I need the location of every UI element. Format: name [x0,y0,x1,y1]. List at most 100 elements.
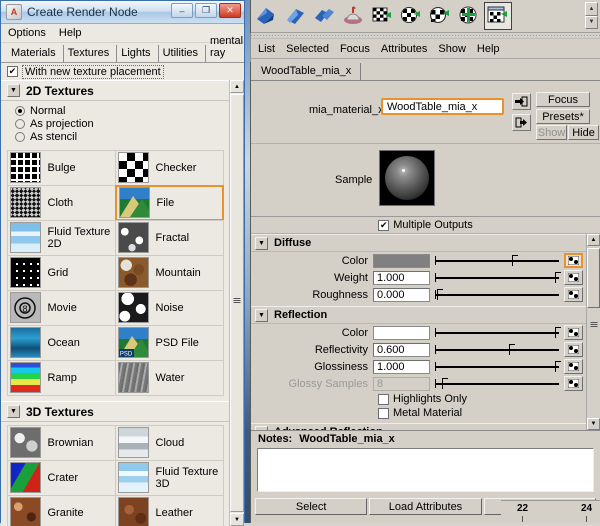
texture-item-noise[interactable]: Noise [115,290,224,326]
attributes-scroll-grip[interactable] [590,322,597,327]
metal-material-checkbox[interactable] [378,408,389,419]
menu-options[interactable]: Options [8,27,46,39]
presets-button[interactable]: Presets* [536,109,590,124]
close-button[interactable]: ✕ [219,3,241,18]
tab-lights[interactable]: Lights [117,45,158,62]
group-header-3d-textures[interactable]: ▼ 3D Textures [1,401,229,422]
texture-item-fluid-texture-3d[interactable]: Fluid Texture 3D [115,460,224,496]
multiple-outputs-row[interactable]: ✔ Multiple Outputs [251,217,600,234]
chevron-down-icon[interactable]: ▼ [7,84,20,97]
toolbar-scroll-arrows[interactable]: ▲ ▼ [585,2,598,29]
texture-item-psd-file[interactable]: PSD PSD File [115,325,224,361]
tab-utilities[interactable]: Utilities [159,45,206,62]
texture-placement-row[interactable]: ✔ With new texture placement [1,63,244,80]
texture-item-fluid-texture-2d[interactable]: Fluid Texture 2D [7,220,116,256]
reflectivity-slider[interactable] [435,343,559,357]
checkbox-row-metal-material[interactable]: Metal Material [251,406,586,420]
radio-row-normal[interactable]: Normal [15,104,229,117]
tab-mental-ray[interactable]: mental ray [206,33,251,62]
reflection-color-map-button[interactable] [564,325,583,340]
diffuse-roughness-input[interactable]: 0.000 [373,288,430,302]
attributes-scroll-down[interactable]: ▼ [587,418,600,430]
radio-normal[interactable] [15,106,25,116]
texture-list-scrollbar[interactable]: ▲ ▼ [229,80,244,526]
texture-item-leather[interactable]: Leather [115,495,224,526]
texture-item-bulge[interactable]: Bulge [7,150,116,186]
show-button[interactable]: Show [536,125,567,140]
texture-item-cloud[interactable]: Cloud [115,425,224,461]
attribute-editor-icon[interactable] [484,2,512,30]
minimize-button[interactable]: – [171,3,193,18]
render-node-3-icon[interactable] [310,2,338,30]
chevron-down-icon[interactable]: ▼ [255,426,268,431]
reflection-color-slider[interactable] [435,326,559,340]
node-name-input[interactable]: WoodTable_mia_x [381,98,504,115]
hypershade-utility-icon[interactable] [426,2,454,30]
render-settings-icon[interactable] [339,2,367,30]
menu-list[interactable]: List [258,43,275,55]
menu-focus[interactable]: Focus [340,43,370,55]
diffuse-weight-input[interactable]: 1.000 [373,271,430,285]
diffuse-roughness-slider[interactable] [435,288,559,302]
section-header-diffuse[interactable]: ▼ Diffuse [251,234,586,252]
texture-scroll-up[interactable]: ▲ [230,80,244,93]
reflectivity-input[interactable]: 0.600 [373,343,430,357]
diffuse-weight-map-button[interactable] [564,270,583,285]
radio-row-as-projection[interactable]: As projection [15,117,229,130]
select-button[interactable]: Select [255,498,367,515]
menu-help[interactable]: Help [477,43,500,55]
menu-show[interactable]: Show [438,43,466,55]
focus-button[interactable]: Focus [536,92,590,107]
dialog-title-bar[interactable]: A Create Render Node – ❐ ✕ [1,1,244,24]
diffuse-roughness-map-button[interactable] [564,287,583,302]
texture-item-ramp[interactable]: Ramp [7,360,116,396]
load-attributes-icon[interactable] [512,93,531,110]
node-tab-woodtable[interactable]: WoodTable_mia_x [258,63,361,80]
render-node-2-icon[interactable] [281,2,309,30]
texture-item-grid[interactable]: Grid [7,255,116,291]
section-header-advanced-reflection[interactable]: ▼ Advanced Reflection [251,423,586,430]
glossy-samples-slider[interactable] [435,377,559,391]
attributes-scroll-thumb[interactable] [587,248,600,308]
texture-item-granite[interactable]: Granite [7,495,116,526]
diffuse-color-swatch[interactable] [373,254,430,268]
glossy-samples-input[interactable]: 8 [373,377,430,391]
diffuse-color-map-button[interactable] [564,253,583,268]
texture-item-cloth[interactable]: Cloth [7,185,116,221]
texture-scroll-thumb[interactable] [230,94,244,512]
maximize-button[interactable]: ❐ [195,3,217,18]
radio-row-as-stencil[interactable]: As stencil [15,130,229,143]
texture-item-file[interactable]: File [115,185,224,221]
texture-item-brownian[interactable]: Brownian [7,425,116,461]
multiple-outputs-checkbox[interactable]: ✔ [378,220,389,231]
toolbar-scroll-down[interactable]: ▼ [585,16,598,30]
time-slider[interactable]: 22 24 [503,501,600,522]
attributes-scroll-up[interactable]: ▲ [587,234,600,246]
hide-button[interactable]: Hide [568,125,599,140]
glossy-samples-map-button[interactable] [564,376,583,391]
toolbar-scroll-up[interactable]: ▲ [585,2,598,16]
chevron-down-icon[interactable]: ▼ [255,309,268,322]
hypershade-light-icon[interactable] [455,2,483,30]
texture-item-water[interactable]: Water [115,360,224,396]
checkbox-row-highlights-only[interactable]: Highlights Only [251,392,586,406]
tab-textures[interactable]: Textures [64,45,118,62]
reflectivity-map-button[interactable] [564,342,583,357]
menu-help[interactable]: Help [59,27,82,39]
texture-item-checker[interactable]: Checker [115,150,224,186]
radio-as-stencil[interactable] [15,132,25,142]
tab-materials[interactable]: Materials [7,45,64,62]
notes-textarea[interactable] [257,448,594,492]
highlights-only-checkbox[interactable] [378,394,389,405]
texture-scroll-down[interactable]: ▼ [230,513,244,526]
menu-selected[interactable]: Selected [286,43,329,55]
texture-item-crater[interactable]: Crater [7,460,116,496]
texture-item-movie[interactable]: 8 Movie [7,290,116,326]
texture-item-ocean[interactable]: Ocean [7,325,116,361]
diffuse-weight-slider[interactable] [435,271,559,285]
glossiness-map-button[interactable] [564,359,583,374]
glossiness-slider[interactable] [435,360,559,374]
output-connection-icon[interactable] [512,114,531,131]
chevron-down-icon[interactable]: ▼ [255,237,268,250]
glossiness-input[interactable]: 1.000 [373,360,430,374]
